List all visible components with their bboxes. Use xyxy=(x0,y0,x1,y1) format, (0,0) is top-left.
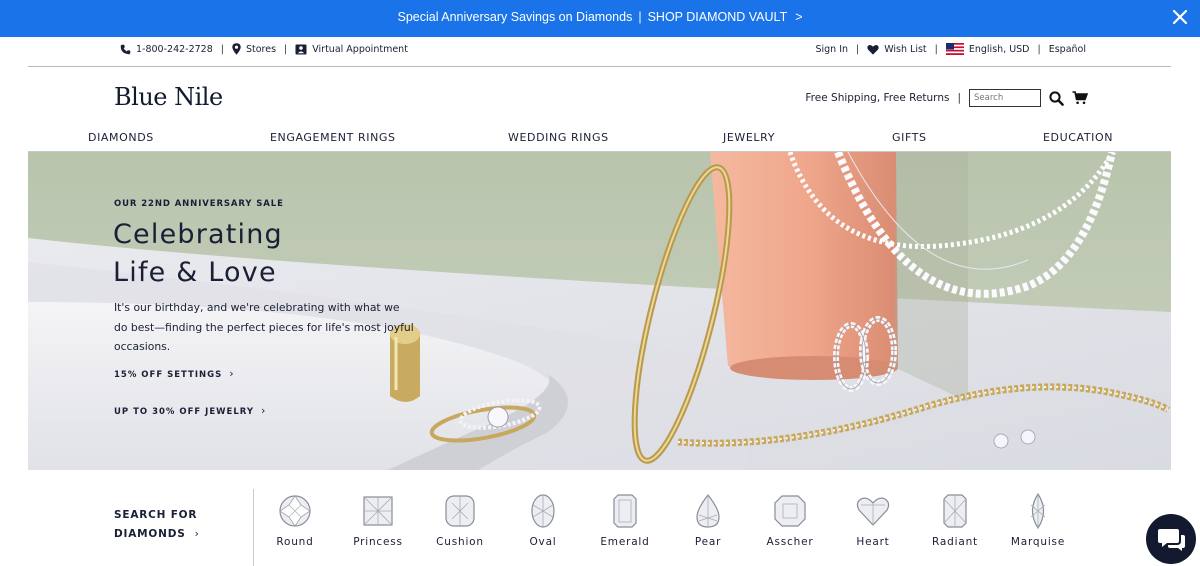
util-separator: | xyxy=(284,43,288,55)
promo-banner[interactable]: Special Anniversary Savings on Diamonds |… xyxy=(0,0,1200,37)
search-for-title-line2: DIAMONDS xyxy=(114,528,186,540)
shape-label: Round xyxy=(276,536,314,548)
nav-education[interactable]: EDUCATION xyxy=(1043,131,1113,144)
emerald-diamond-icon xyxy=(613,494,637,528)
hero-title-line1: Celebrating xyxy=(113,219,283,250)
shape-princess[interactable]: Princess xyxy=(337,493,419,548)
chat-icon xyxy=(1158,529,1185,551)
jewelry-offer-label: UP TO 30% OFF JEWELRY xyxy=(114,407,254,417)
util-separator: | xyxy=(1037,43,1041,55)
asscher-diamond-icon xyxy=(774,495,806,527)
shape-emerald[interactable]: Emerald xyxy=(584,493,666,548)
pear-diamond-icon xyxy=(696,494,720,528)
phone-icon xyxy=(120,44,131,54)
radiant-diamond-icon xyxy=(943,494,967,528)
virtual-appointment-link[interactable]: Virtual Appointment xyxy=(295,44,408,55)
language-link[interactable]: Español xyxy=(1049,44,1086,55)
search-icon[interactable] xyxy=(1049,90,1064,106)
hero-banner[interactable]: OUR 22ND ANNIVERSARY SALE Celebrating Li… xyxy=(28,152,1171,470)
chevron-right-icon: › xyxy=(229,367,235,380)
hero-title-line2: Life & Love xyxy=(113,257,277,288)
cart-icon[interactable] xyxy=(1072,91,1088,105)
locale-label: English, USD xyxy=(968,43,1030,55)
promo-chevron: > xyxy=(795,10,803,24)
search-for-title-line1: SEARCH FOR xyxy=(114,509,198,521)
util-separator: | xyxy=(934,43,938,55)
shape-label: Cushion xyxy=(436,536,484,548)
chat-button[interactable] xyxy=(1146,514,1196,564)
heart-icon xyxy=(867,44,879,55)
search-input[interactable] xyxy=(969,89,1041,107)
hero-description: It's our birthday, and we're celebrating… xyxy=(114,301,414,353)
brand-logo[interactable]: Blue Nile xyxy=(114,83,223,111)
appointment-label: Virtual Appointment xyxy=(312,43,408,55)
nav-engagement-rings[interactable]: ENGAGEMENT RINGS xyxy=(270,131,396,144)
cushion-diamond-icon xyxy=(445,495,475,527)
shape-oval[interactable]: Oval xyxy=(502,493,584,548)
hero-title: Celebrating Life & Love xyxy=(113,216,283,292)
nav-diamonds[interactable]: DIAMONDS xyxy=(88,131,154,144)
search-for-diamonds-link[interactable]: SEARCH FOR DIAMONDS › xyxy=(114,506,200,544)
close-icon[interactable] xyxy=(1170,7,1190,27)
main-navigation: DIAMONDS ENGAGEMENT RINGS WEDDING RINGS … xyxy=(0,131,1200,147)
wish-list-link[interactable]: Wish List xyxy=(867,43,927,55)
shipping-message[interactable]: Free Shipping, Free Returns xyxy=(805,92,949,104)
hero-eyebrow: OUR 22ND ANNIVERSARY SALE xyxy=(114,199,284,209)
shape-heart[interactable]: Heart xyxy=(832,493,914,548)
promo-link[interactable]: SHOP DIAMOND VAULT xyxy=(648,10,788,24)
shape-asscher[interactable]: Asscher xyxy=(749,493,831,548)
promo-separator: | xyxy=(638,10,642,24)
round-diamond-icon xyxy=(279,495,311,527)
settings-offer-link[interactable]: 15% OFF SETTINGS › xyxy=(114,367,235,380)
jewelry-offer-link[interactable]: UP TO 30% OFF JEWELRY › xyxy=(114,404,266,417)
shape-label: Princess xyxy=(353,536,403,548)
sign-in-link[interactable]: Sign In xyxy=(815,44,848,55)
shape-label: Heart xyxy=(856,536,890,548)
settings-offer-label: 15% OFF SETTINGS xyxy=(114,370,223,380)
shape-radiant[interactable]: Radiant xyxy=(914,493,996,548)
chevron-right-icon: › xyxy=(194,528,200,540)
shape-label: Radiant xyxy=(932,536,978,548)
header-separator: | xyxy=(957,92,961,104)
util-separator: | xyxy=(856,43,860,55)
pin-icon xyxy=(232,43,241,55)
header-tools: Free Shipping, Free Returns | xyxy=(805,89,1088,107)
shape-label: Oval xyxy=(529,536,557,548)
heart-diamond-icon xyxy=(856,497,890,526)
nav-wedding-rings[interactable]: WEDDING RINGS xyxy=(508,131,609,144)
utility-divider xyxy=(28,66,1171,67)
shape-cushion[interactable]: Cushion xyxy=(419,493,501,548)
locale-selector[interactable]: English, USD xyxy=(945,43,1030,55)
utility-bar: 1-800-242-2728 | Stores | Virtual Appoin… xyxy=(0,37,1200,66)
promo-text: Special Anniversary Savings on Diamonds xyxy=(397,10,633,24)
oval-diamond-icon xyxy=(531,494,555,528)
shape-label: Pear xyxy=(694,536,722,548)
nav-gifts[interactable]: GIFTS xyxy=(892,131,927,144)
phone-number: 1-800-242-2728 xyxy=(136,43,213,55)
nav-jewelry[interactable]: JEWELRY xyxy=(723,131,775,144)
marquise-diamond-icon xyxy=(1030,493,1046,529)
shape-pear[interactable]: Pear xyxy=(667,493,749,548)
chevron-right-icon: › xyxy=(260,404,267,417)
shape-label: Emerald xyxy=(600,536,650,548)
shape-round[interactable]: Round xyxy=(254,493,336,548)
person-icon xyxy=(295,44,307,54)
util-separator: | xyxy=(220,43,224,55)
shape-label: Asscher xyxy=(766,536,814,548)
phone-link[interactable]: 1-800-242-2728 xyxy=(120,44,213,55)
princess-diamond-icon xyxy=(363,496,393,526)
us-flag-icon xyxy=(945,43,964,55)
stores-link[interactable]: Stores xyxy=(232,43,276,55)
wish-list-label: Wish List xyxy=(884,43,927,55)
shape-label: Marquise xyxy=(1010,536,1066,548)
stores-label: Stores xyxy=(245,43,277,55)
shape-marquise[interactable]: Marquise xyxy=(997,493,1079,548)
